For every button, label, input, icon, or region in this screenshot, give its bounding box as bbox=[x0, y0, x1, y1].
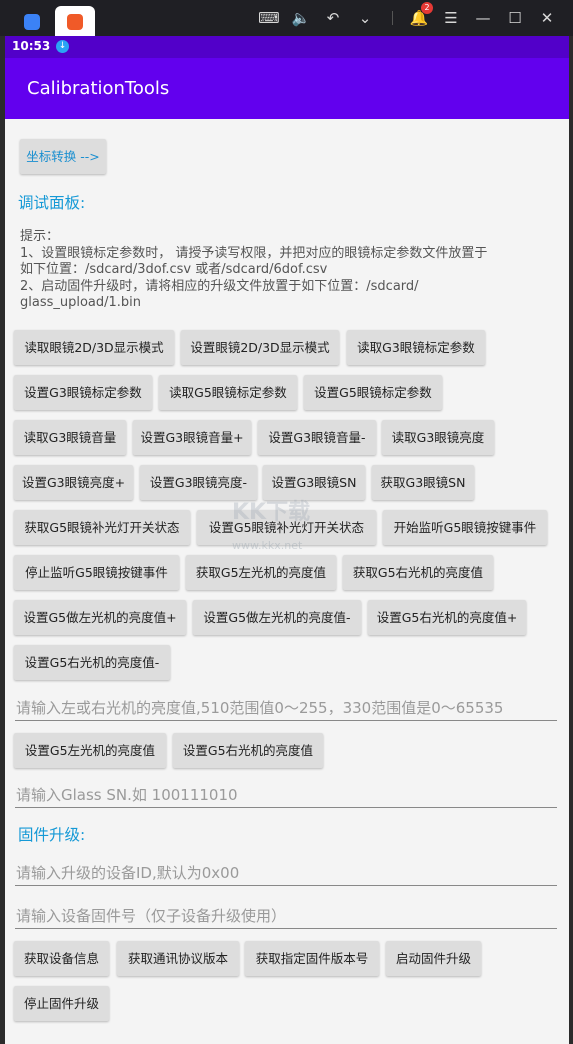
status-bar: 10:53 ↓ bbox=[5, 36, 569, 58]
hint-text: 提示： 1、设置眼镜标定参数时， 请授予读写权限，并把对应的眼镜标定参数文件放置… bbox=[20, 229, 550, 312]
get-device-info-button[interactable]: 获取设备信息 bbox=[14, 941, 109, 976]
set-g3-brightness-up-button[interactable]: 设置G3眼镜亮度+ bbox=[14, 465, 133, 500]
set-g3-volume-down-button[interactable]: 设置G3眼镜音量- bbox=[258, 420, 376, 455]
set-g5-right-brightness-button[interactable]: 设置G5右光机的亮度值 bbox=[173, 733, 323, 768]
set-g5-calib-button[interactable]: 设置G5眼镜标定参数 bbox=[304, 375, 442, 410]
maximize-icon[interactable]: ☐ bbox=[504, 8, 526, 28]
hint-line: 1、设置眼镜标定参数时， 请授予读写权限，并把对应的眼镜标定参数文件放置于 bbox=[20, 245, 488, 261]
window-title-bar: ⌨ 🔈 ↶ ⌄ 🔔 2 ☰ — ☐ ✕ bbox=[0, 0, 573, 36]
close-icon[interactable]: ✕ bbox=[536, 8, 558, 28]
main-content: 坐标转换 --> 调试面板: 提示： 1、设置眼镜标定参数时， 请授予读写权限，… bbox=[5, 119, 569, 1044]
status-time: 10:53 bbox=[12, 39, 51, 53]
set-2d3d-mode-button[interactable]: 设置眼镜2D/3D显示模式 bbox=[181, 330, 339, 365]
firmware-number-input[interactable]: 请输入设备固件号（仅子设备升级使用） bbox=[15, 900, 557, 929]
stop-firmware-upgrade-button[interactable]: 停止固件升级 bbox=[14, 986, 109, 1021]
read-2d3d-mode-button[interactable]: 读取眼镜2D/3D显示模式 bbox=[14, 330, 174, 365]
set-g5-right-brightness-down-button[interactable]: 设置G5右光机的亮度值- bbox=[14, 645, 170, 680]
get-g5-fill-light-button[interactable]: 获取G5眼镜补光灯开关状态 bbox=[14, 510, 190, 545]
glass-sn-input[interactable]: 请输入Glass SN.如 100111010 bbox=[15, 779, 557, 808]
set-g5-left-brightness-button[interactable]: 设置G5左光机的亮度值 bbox=[14, 733, 166, 768]
download-icon: ↓ bbox=[56, 40, 69, 53]
coord-convert-button[interactable]: 坐标转换 --> bbox=[20, 139, 106, 174]
chevron-down-icon[interactable]: ⌄ bbox=[354, 8, 376, 28]
get-g5-right-brightness-button[interactable]: 获取G5右光机的亮度值 bbox=[343, 555, 493, 590]
device-id-input-placeholder: 请输入升级的设备ID,默认为0x00 bbox=[16, 864, 240, 882]
read-g3-calib-button[interactable]: 读取G3眼镜标定参数 bbox=[347, 330, 485, 365]
glass-sn-input-placeholder: 请输入Glass SN.如 100111010 bbox=[16, 786, 238, 804]
set-g5-left-brightness-up-button[interactable]: 设置G5做左光机的亮度值+ bbox=[14, 600, 186, 635]
launcher-app-icon bbox=[24, 14, 40, 30]
get-protocol-version-button[interactable]: 获取通讯协议版本 bbox=[117, 941, 239, 976]
menu-icon[interactable]: ☰ bbox=[440, 8, 462, 28]
tab-app-launcher[interactable] bbox=[10, 6, 54, 36]
read-g3-volume-button[interactable]: 读取G3眼镜音量 bbox=[14, 420, 126, 455]
active-app-icon bbox=[67, 14, 83, 30]
device-id-input[interactable]: 请输入升级的设备ID,默认为0x00 bbox=[15, 857, 557, 886]
set-g5-left-brightness-down-button[interactable]: 设置G5做左光机的亮度值- bbox=[193, 600, 361, 635]
read-g5-calib-button[interactable]: 读取G5眼镜标定参数 bbox=[159, 375, 297, 410]
firmware-number-input-placeholder: 请输入设备固件号（仅子设备升级使用） bbox=[16, 907, 287, 925]
get-g3-sn-button[interactable]: 获取G3眼镜SN bbox=[372, 465, 474, 500]
brightness-input[interactable]: 请输入左或右光机的亮度值,510范围值0～255，330范围值是0～65535 bbox=[15, 692, 557, 721]
tab-active-app[interactable] bbox=[55, 6, 95, 36]
toolbar-divider bbox=[392, 11, 393, 25]
set-g3-calib-button[interactable]: 设置G3眼镜标定参数 bbox=[14, 375, 152, 410]
keyboard-icon[interactable]: ⌨ bbox=[258, 8, 280, 28]
start-g5-key-listen-button[interactable]: 开始监听G5眼镜按键事件 bbox=[383, 510, 547, 545]
notification-badge: 2 bbox=[421, 2, 433, 14]
set-g3-volume-up-button[interactable]: 设置G3眼镜音量+ bbox=[133, 420, 251, 455]
volume-icon[interactable]: 🔈 bbox=[290, 8, 312, 28]
start-firmware-upgrade-button[interactable]: 启动固件升级 bbox=[386, 941, 481, 976]
app-title: CalibrationTools bbox=[27, 78, 170, 99]
get-firmware-version-button[interactable]: 获取指定固件版本号 bbox=[245, 941, 379, 976]
debug-panel-title: 调试面板: bbox=[18, 194, 86, 212]
minimize-icon[interactable]: — bbox=[472, 8, 494, 28]
watermark-logo: KK下载 bbox=[232, 500, 311, 525]
read-g3-brightness-button[interactable]: 读取G3眼镜亮度 bbox=[382, 420, 494, 455]
firmware-upgrade-title: 固件升级: bbox=[18, 826, 86, 844]
hint-line: 2、启动固件升级时，请将相应的升级文件放置于如下位置：/sdcard/ bbox=[20, 278, 419, 294]
hint-line: 提示： bbox=[20, 229, 60, 244]
stop-g5-key-listen-button[interactable]: 停止监听G5眼镜按键事件 bbox=[14, 555, 179, 590]
brightness-input-placeholder: 请输入左或右光机的亮度值,510范围值0～255，330范围值是0～65535 bbox=[16, 699, 504, 717]
hint-line: glass_upload/1.bin bbox=[20, 295, 142, 310]
undo-icon[interactable]: ↶ bbox=[322, 8, 344, 28]
hint-line: 如下位置：/sdcard/3dof.csv 或者/sdcard/6dof.csv bbox=[20, 262, 328, 277]
get-g5-left-brightness-button[interactable]: 获取G5左光机的亮度值 bbox=[186, 555, 336, 590]
app-bar: CalibrationTools bbox=[5, 58, 569, 119]
set-g5-right-brightness-up-button[interactable]: 设置G5右光机的亮度值+ bbox=[368, 600, 526, 635]
watermark-url: www.kkx.net bbox=[232, 539, 303, 552]
